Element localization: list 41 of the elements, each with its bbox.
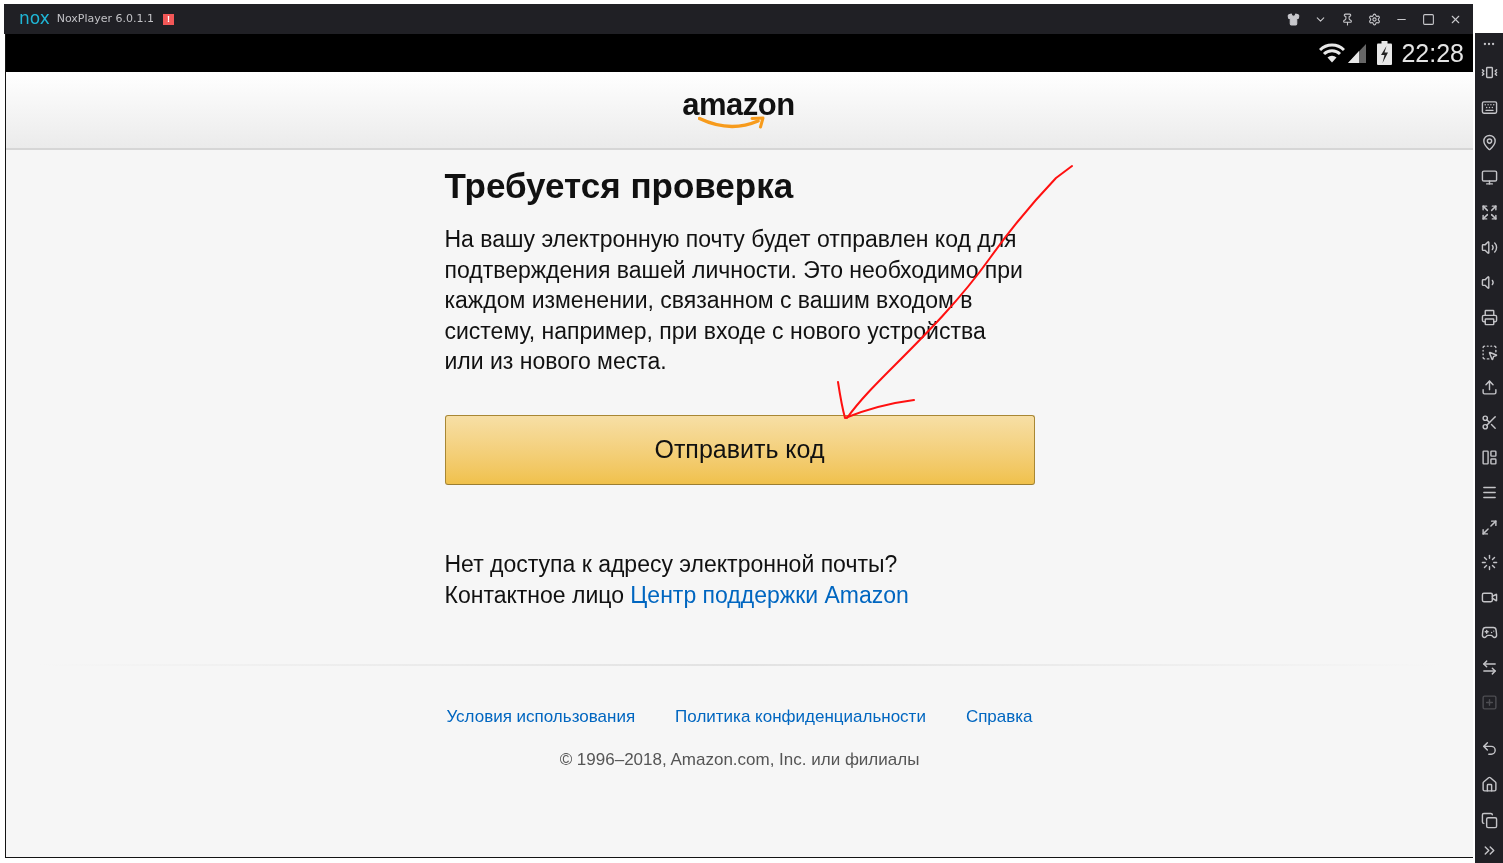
- window-title: NoxPlayer 6.0.1.1: [56, 12, 155, 26]
- layout-icon[interactable]: [1480, 449, 1498, 466]
- copyright-text: © 1996–2018, Amazon.com, Inc. или филиалы: [559, 749, 920, 770]
- battery-charging-icon: [1377, 41, 1393, 65]
- loader-icon[interactable]: [1480, 554, 1498, 571]
- phone-vibrate-icon[interactable]: [1480, 64, 1498, 81]
- volume-up-icon[interactable]: [1480, 239, 1498, 256]
- resize-arrow-icon[interactable]: [1480, 519, 1498, 536]
- no-access-question: Нет доступа к адресу электронной почты?: [444, 549, 899, 579]
- smile-arrow-icon: [698, 115, 767, 130]
- support-link[interactable]: Центр поддержки Amazon: [630, 581, 909, 608]
- expand-icon[interactable]: [1480, 204, 1498, 221]
- contact-text: Контактное лицо Центр поддержки Amazon: [444, 580, 910, 610]
- send-code-button[interactable]: Отправить код: [444, 414, 1035, 485]
- monitor-icon[interactable]: [1480, 169, 1498, 186]
- maximize-icon[interactable]: [1422, 12, 1435, 26]
- back-arrow-icon[interactable]: [1480, 739, 1498, 757]
- printer-icon[interactable]: [1480, 309, 1498, 326]
- footer-link[interactable]: Условия использования: [446, 706, 636, 727]
- footer-link[interactable]: Политика конфиденциальности: [675, 706, 926, 727]
- footer-link[interactable]: Справка: [965, 706, 1033, 727]
- swap-arrows-icon[interactable]: [1480, 659, 1498, 676]
- scissors-icon[interactable]: [1480, 414, 1498, 431]
- page-heading: Требуется проверка: [444, 166, 795, 206]
- dashed-square-mouse-icon[interactable]: [1480, 344, 1498, 361]
- stacked-windows-icon[interactable]: [1480, 811, 1498, 829]
- app-logo: nox: [19, 8, 50, 27]
- settings-icon[interactable]: [1368, 12, 1381, 26]
- wifi-icon: [1319, 43, 1346, 63]
- shirt-icon[interactable]: [1287, 12, 1300, 26]
- upload-icon[interactable]: [1480, 379, 1498, 396]
- logo-wordmark[interactable]: amazon: [682, 88, 795, 121]
- signal-icon: [1348, 43, 1367, 63]
- status-time: 22:28: [1401, 39, 1464, 67]
- keyboard-icon[interactable]: [1480, 99, 1498, 116]
- location-pin-icon[interactable]: [1480, 134, 1498, 151]
- gamepad-icon[interactable]: [1480, 624, 1498, 641]
- pin-icon[interactable]: [1341, 12, 1354, 26]
- menu-icon[interactable]: [1480, 484, 1498, 501]
- alert-badge[interactable]: !: [163, 13, 175, 25]
- home-icon[interactable]: [1480, 775, 1498, 793]
